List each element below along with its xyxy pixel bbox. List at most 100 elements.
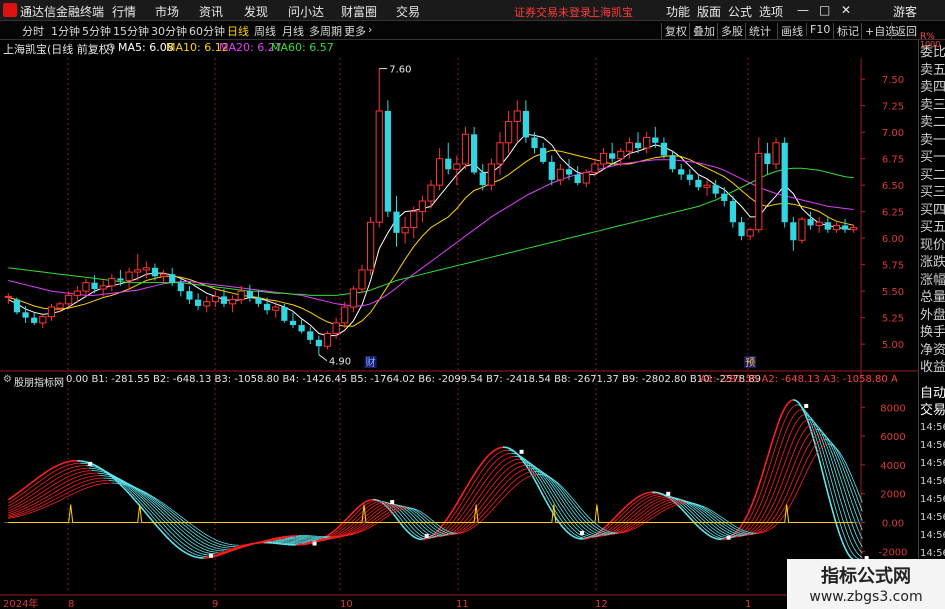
indicator-line-segment [597, 528, 601, 531]
indicator-name[interactable]: 股朋指标网 [14, 374, 64, 389]
indicator-line-segment [430, 519, 435, 523]
event-marker[interactable]: 财 [366, 356, 376, 369]
price-tick-label: 7.00 [882, 128, 904, 139]
indicator-line-segment [206, 534, 210, 538]
indicator-line-segment [157, 518, 161, 522]
indicator-line-segment [166, 505, 170, 509]
indicator-line-segment [614, 528, 619, 531]
indicator-line-segment [649, 507, 653, 511]
sidebar-item[interactable]: 买四 [920, 203, 945, 218]
candle-body [599, 152, 608, 165]
indicator-line-segment [790, 466, 794, 475]
sidebar-item[interactable]: 卖三 [920, 98, 945, 113]
sidebar-item[interactable]: 买二 [920, 168, 945, 183]
indicator-line-segment [850, 541, 855, 548]
indicator-line-segment [447, 512, 452, 518]
indicator-line-segment [772, 487, 777, 495]
indicator-line-segment [476, 473, 481, 479]
sidebar-item[interactable]: 买三 [920, 186, 945, 200]
indicator-line-segment [407, 514, 412, 518]
candle-body [108, 277, 116, 287]
sidebar-item[interactable]: 卖二 [920, 116, 945, 130]
indicator-line-segment [479, 469, 484, 474]
indicator-line-segment [485, 469, 489, 474]
indicator-line-segment [71, 492, 75, 495]
indicator-line-segment [51, 495, 55, 499]
indicator-line-segment [709, 529, 714, 533]
kline-chart-area[interactable]: 7.507.257.006.756.506.256.005.755.505.25… [0, 0, 918, 609]
indicator-line-segment [358, 511, 363, 515]
indicator-line-segment [557, 503, 561, 509]
indicator-line-segment [45, 474, 49, 478]
candle-body [764, 153, 771, 164]
indicator-line-segment [473, 477, 478, 483]
indicator-line-segment [856, 505, 860, 514]
indicator-line-segment [422, 512, 426, 516]
candle-body [159, 273, 168, 277]
sidebar-item[interactable]: 外盘 [920, 308, 945, 323]
indicator-line-segment [54, 494, 58, 497]
indicator-line-segment [42, 476, 46, 480]
indicator-line-segment [721, 525, 725, 528]
indicator-line-segment [761, 524, 765, 529]
indicator-line-segment [13, 513, 18, 515]
indicator-line-segment [48, 500, 52, 504]
indicator-line-segment [19, 488, 24, 493]
indicator-line-segment [588, 517, 593, 521]
indicator-line-segment [781, 463, 786, 472]
indicator-line-segment [709, 535, 714, 539]
indicator-line-segment [706, 516, 711, 520]
indicator-line-segment [847, 544, 852, 551]
sidebar-item[interactable]: 换手 [920, 326, 945, 340]
indicator-line-segment [39, 491, 44, 494]
indicator-line-segment [450, 514, 455, 520]
indicator-line-segment [649, 517, 653, 520]
indicator-line-segment [485, 513, 489, 518]
indicator-line-segment [465, 530, 469, 533]
indicator-line-segment [154, 511, 159, 515]
indicator-line-segment [163, 528, 167, 533]
indicator-line-segment [163, 513, 167, 517]
sidebar-item[interactable]: 卖五 [920, 63, 945, 78]
indicator-line-segment [488, 472, 492, 477]
sidebar-item[interactable]: 买五 [920, 221, 945, 235]
indicator-line-segment [80, 474, 84, 477]
indicator-line-segment [652, 502, 656, 506]
indicator-line-segment [197, 549, 202, 552]
sidebar-auto[interactable]: 自动 [920, 387, 945, 401]
sidebar-item[interactable]: 买一 [920, 151, 945, 165]
indicator-line-segment [186, 534, 190, 538]
indicator-line-segment [565, 501, 570, 506]
sidebar-item[interactable]: 委比 [920, 46, 945, 60]
sidebar-item[interactable]: 涨跌 [920, 256, 945, 270]
indicator-line-segment [795, 399, 800, 404]
indicator-line-segment [197, 545, 202, 549]
indicator-line-segment [355, 505, 360, 510]
indicator-line-segment [663, 503, 667, 506]
candle-body [341, 306, 349, 324]
sidebar-item[interactable]: 卖一 [920, 133, 945, 148]
sidebar-item[interactable]: 涨幅 [920, 273, 945, 288]
indicator-line-segment [772, 429, 777, 439]
candle-body [169, 274, 176, 283]
indicator-line-segment [367, 504, 371, 508]
indicator-line-segment [813, 453, 817, 459]
indicator-line-segment [646, 491, 650, 494]
indicator-line-segment [577, 512, 581, 517]
indicator-line-segment [721, 516, 725, 520]
price-tick-label: 7.25 [882, 102, 904, 113]
sidebar-item[interactable]: 卖四 [920, 81, 945, 95]
event-marker[interactable]: 预 [745, 357, 755, 369]
indicator-line-segment [583, 511, 587, 515]
indicator-line-segment [715, 537, 719, 540]
sidebar-trade[interactable]: 交易 [920, 404, 945, 418]
sidebar-item[interactable]: 收益 [920, 361, 945, 375]
indicator-line-segment [419, 512, 423, 516]
indicator-settings-icon[interactable]: ⚙ [3, 374, 12, 385]
indicator-line-segment [755, 508, 760, 515]
sidebar-item[interactable]: 净资 [920, 343, 945, 358]
sidebar-item[interactable]: 现价 [920, 238, 945, 253]
indicator-line-segment [577, 537, 581, 540]
indicator-line-segment [197, 539, 202, 542]
sidebar-item[interactable]: 总量 [920, 291, 945, 305]
